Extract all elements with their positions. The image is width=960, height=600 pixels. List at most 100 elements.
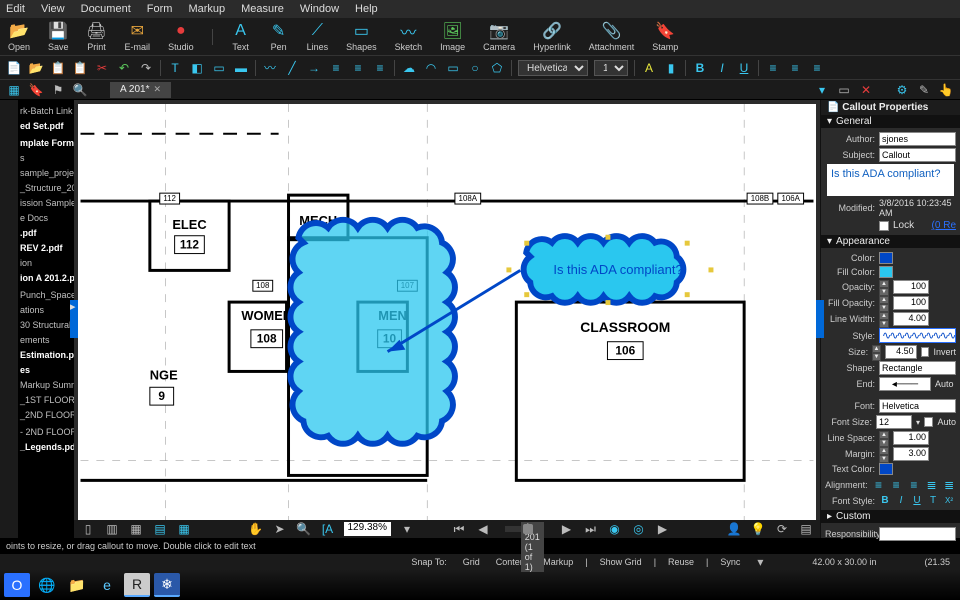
file-item[interactable]: _1ST FLOOR P… [18,393,74,408]
show-grid[interactable]: Show Grid [596,557,646,567]
polygon-icon[interactable]: ⬠ [489,60,505,76]
drawing-canvas[interactable]: ELEC 112 MECH WOMEN 108 MEN 10 CLASSROOM… [78,104,816,520]
pin-icon[interactable]: ▾ [814,82,830,98]
file-item[interactable]: _Structure_201… [18,181,74,196]
super-btn[interactable]: X² [943,496,955,505]
strike-btn[interactable]: T [927,495,939,506]
freehand-icon[interactable]: 〰 [262,60,278,76]
fontsize-combo[interactable]: 12 [594,60,628,76]
fillopacity-field[interactable]: 100 [893,296,929,310]
shapes-icon[interactable]: ▭Shapes [346,21,377,52]
undo-icon[interactable]: ↶ [116,60,132,76]
align-left-btn[interactable]: ≡ [872,477,886,493]
forward-arrow-icon[interactable]: ▶ [654,521,670,537]
opacity-field[interactable]: 100 [893,280,929,294]
polyline-icon[interactable]: ◠ [423,60,439,76]
back-icon[interactable]: ◉ [606,521,622,537]
comment-field[interactable]: Is this ADA compliant? [827,164,954,196]
continuous-icon[interactable]: ▥ [104,521,120,537]
file-item[interactable]: _Legends.pdf [18,440,74,455]
file-item[interactable]: ed Set.pdf [18,119,74,134]
file-item[interactable]: e Docs [18,211,74,226]
align1-icon[interactable]: ≡ [765,60,781,76]
bold-icon[interactable]: B [692,60,708,76]
text-select-icon[interactable]: [A [320,521,336,537]
reuse-toggle[interactable]: Reuse [664,557,698,567]
zoom-level[interactable]: 129.38% [344,522,391,536]
underline-icon[interactable]: U [736,60,752,76]
underline-btn[interactable]: U [911,495,923,506]
section-appearance[interactable]: ▾ Appearance [821,235,960,248]
bold-btn[interactable]: B [879,495,891,506]
reply-link[interactable]: (0 Re [932,220,956,231]
responsibility-field[interactable] [879,527,956,541]
studio-icon[interactable]: ●Studio [168,21,194,52]
cloud-icon[interactable]: ☁ [401,60,417,76]
auto-checkbox[interactable] [924,417,934,427]
align-right-btn[interactable]: ≡ [907,477,921,493]
chrome-icon[interactable]: 🌐 [34,573,60,597]
file-item[interactable]: Punch_Spaces… [18,288,74,303]
font-combo-2[interactable]: Helvetica [879,399,956,413]
camera-icon[interactable]: 📷Camera [483,21,515,52]
text-tool-icon[interactable]: T [167,60,183,76]
zoom-icon[interactable]: 🔍 [296,521,312,537]
menu-edit[interactable]: Edit [6,3,25,15]
user-icon[interactable]: 👤 [726,521,742,537]
pointer-icon[interactable]: 👆 [938,82,954,98]
thumbnails-icon[interactable]: ▦ [6,82,22,98]
file-item[interactable]: sample_project_… [18,166,74,181]
fillcolor-icon[interactable]: ▮ [663,60,679,76]
print-icon[interactable]: 🖨Print [87,21,107,52]
align-right-icon[interactable]: ≡ [372,60,388,76]
stamp-icon[interactable]: 🔖Stamp [652,21,678,52]
image-icon[interactable]: 🖼Image [440,21,465,52]
new-icon[interactable]: 📄 [6,60,22,76]
arrow-icon[interactable]: → [306,60,322,76]
menu-form[interactable]: Form [147,3,173,15]
font-combo[interactable]: Helvetica [518,60,588,76]
tab-close-icon[interactable]: ✕ [153,84,161,95]
fillcolor-swatch[interactable] [879,266,893,278]
italic-btn[interactable]: I [895,495,907,506]
section-custom[interactable]: ▸ Custom [821,510,960,523]
snap-grid[interactable]: Grid [459,557,484,567]
single-page-icon[interactable]: ▯ [80,521,96,537]
shape-combo[interactable]: Rectangle [879,361,956,375]
compare-icon[interactable]: ▤ [152,521,168,537]
style-combo[interactable]: ∿∿∿∿∿∿∿∿∿∿∿∿ [879,328,956,343]
ie-icon[interactable]: e [94,573,120,597]
file-item[interactable]: REV 2.pdf [18,241,74,256]
subject-field[interactable]: Callout [879,148,956,162]
align-top-btn[interactable]: ≣ [925,477,939,493]
note-tool-icon[interactable]: ▭ [211,60,227,76]
fwd-icon[interactable]: ◎ [630,521,646,537]
file-item[interactable]: Markup Summary [18,378,74,393]
highlight-tool-icon[interactable]: ▬ [233,60,249,76]
select-icon[interactable]: ➤ [272,521,288,537]
pen-icon[interactable]: ✎Pen [269,21,289,52]
file-item[interactable]: ion [18,256,74,271]
align-center-btn[interactable]: ≡ [889,477,903,493]
margin-field[interactable]: 3.00 [893,447,929,461]
menu-window[interactable]: Window [300,3,339,15]
linewidth-field[interactable]: 4.00 [893,312,929,326]
attachment-icon[interactable]: 📎Attachment [589,21,635,52]
revolve-icon[interactable]: ⟳ [774,521,790,537]
last-page-icon[interactable]: ⏭ [582,521,598,537]
gear-icon[interactable]: ⚙ [894,82,910,98]
color-swatch[interactable] [879,252,893,264]
menu-view[interactable]: View [41,3,65,15]
flag-icon[interactable]: ⚑ [50,82,66,98]
rect-icon[interactable]: ▭ [445,60,461,76]
size-field[interactable]: 4.50 [885,345,917,359]
close-tab-icon[interactable]: ✕ [858,82,874,98]
first-page-icon[interactable]: ⏮ [451,521,467,537]
menu-measure[interactable]: Measure [241,3,284,15]
file-item[interactable]: - 2ND FLOOR … [18,425,74,440]
file-item[interactable]: s [18,151,74,166]
minimize-tab-icon[interactable]: ▭ [836,82,852,98]
callout-tool-icon[interactable]: ◧ [189,60,205,76]
save-icon[interactable]: 💾Save [48,21,69,52]
section-general[interactable]: ▾ General [821,115,960,128]
